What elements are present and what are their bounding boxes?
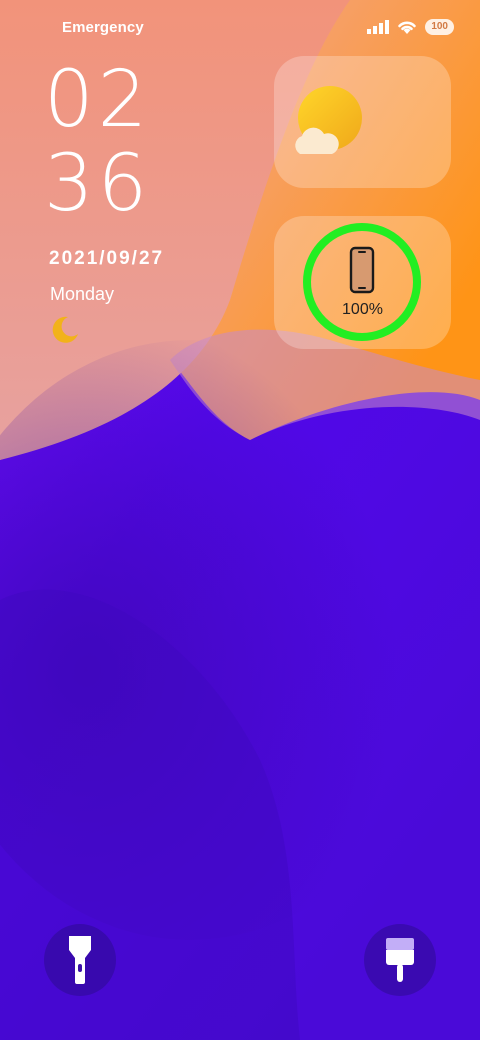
flashlight-button[interactable] (44, 924, 116, 996)
paint-brush-icon (386, 938, 414, 982)
wifi-icon (398, 21, 417, 34)
status-bar: Emergency c 100 (0, 0, 480, 56)
battery-widget[interactable]: 100% (274, 216, 451, 349)
clock-hour: 02 (44, 55, 152, 145)
battery-icon: 100 (425, 19, 454, 35)
clock: 02 36 (44, 58, 151, 226)
clock-minute: 36 (44, 139, 152, 229)
signal-icon (367, 20, 390, 34)
theme-button[interactable] (364, 924, 436, 996)
flashlight-icon (69, 936, 91, 984)
moon-icon (52, 316, 78, 343)
battery-percent-label: 100% (342, 301, 383, 318)
date-label: 2021/09/27 (49, 248, 165, 269)
weather-widget[interactable] (274, 56, 451, 188)
weekday-label: Monday (50, 284, 115, 304)
battery-level: 100 (431, 21, 448, 32)
status-icons: 100 (367, 17, 454, 37)
phone-icon (349, 246, 375, 294)
partly-cloudy-icon (295, 86, 362, 154)
carrier-label: Emergency c (62, 19, 148, 36)
